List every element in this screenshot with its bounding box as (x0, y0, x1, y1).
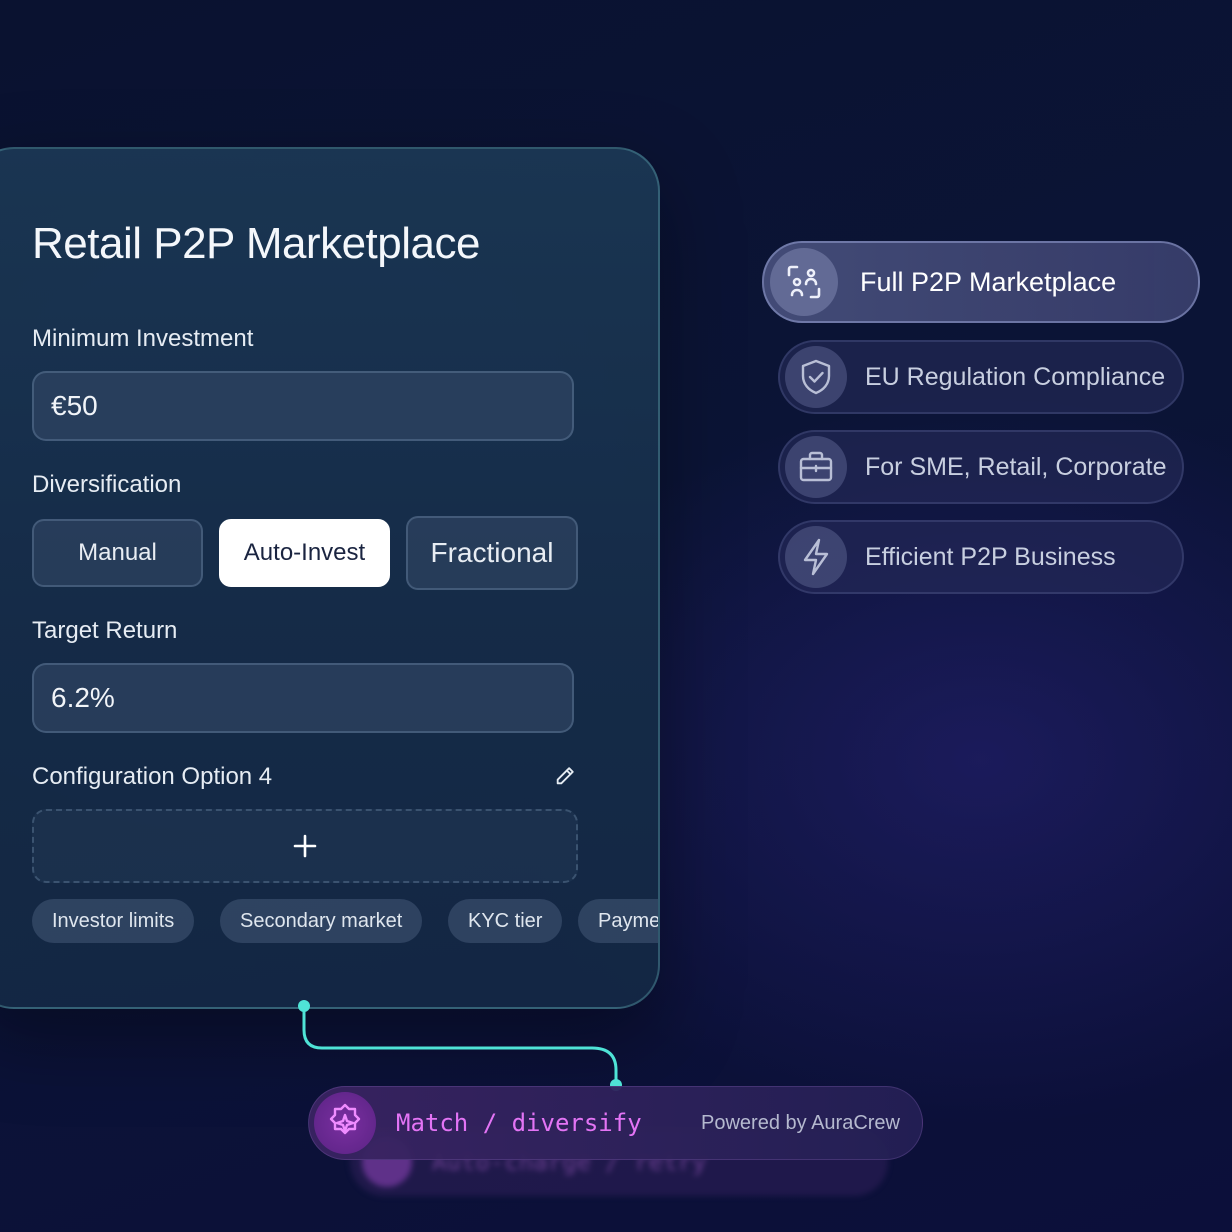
connector-start-dot (298, 1000, 310, 1012)
powered-by-label: Powered by AuraCrew (701, 1111, 900, 1134)
action-command-text: Match / diversify (396, 1109, 642, 1137)
sparkle-gear-icon (314, 1092, 376, 1154)
action-bar[interactable]: Match / diversify Powered by AuraCrew (308, 1086, 923, 1160)
connector-line (298, 1000, 622, 1091)
